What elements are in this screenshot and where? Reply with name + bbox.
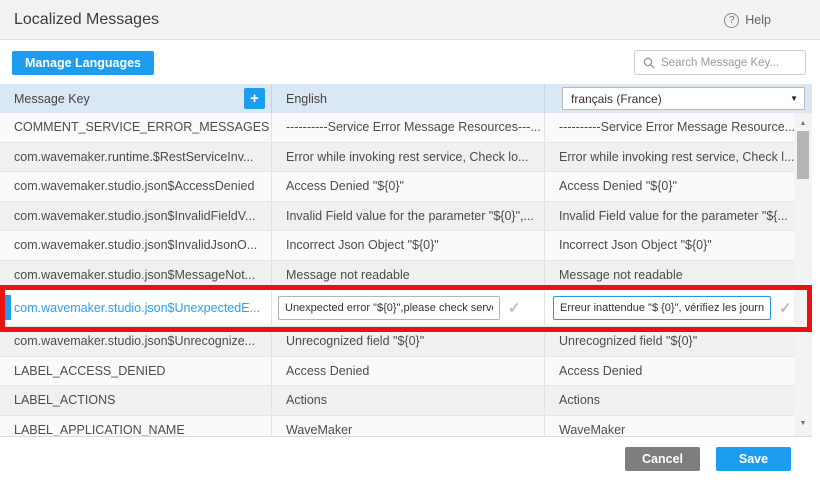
table-row[interactable]: com.wavemaker.studio.json$MessageNot... … <box>0 261 794 291</box>
message-key-cell: com.wavemaker.studio.json$InvalidFieldV.… <box>0 202 272 231</box>
vertical-scrollbar[interactable]: ▲ ▼ <box>794 113 812 436</box>
message-key-cell: com.wavemaker.studio.json$InvalidJsonO..… <box>0 231 272 260</box>
english-cell[interactable]: Message not readable <box>272 261 545 290</box>
column-header-language: français (France) ▼ <box>545 84 812 113</box>
table-row[interactable]: com.wavemaker.studio.json$AccessDenied A… <box>0 172 794 202</box>
french-cell[interactable]: ----------Service Error Message Resource… <box>545 113 794 142</box>
message-key-cell: LABEL_ACCESS_DENIED <box>0 357 272 386</box>
message-key-cell: LABEL_ACTIONS <box>0 386 272 415</box>
english-cell[interactable]: Incorrect Json Object "${0}" <box>272 231 545 260</box>
localized-messages-dialog: Localized Messages ? Help Manage Languag… <box>0 0 820 487</box>
table-row[interactable]: LABEL_ACTIONS Actions Actions <box>0 386 794 416</box>
add-locale-icon[interactable]: + <box>244 88 265 109</box>
scroll-down-icon[interactable]: ▼ <box>794 420 812 427</box>
english-cell[interactable]: Error while invoking rest service, Check… <box>272 143 545 172</box>
english-cell[interactable]: Access Denied <box>272 357 545 386</box>
english-edit-cell: ✓ <box>272 290 545 326</box>
french-cell[interactable]: Unrecognized field "${0}" <box>545 327 794 356</box>
french-cell[interactable]: Incorrect Json Object "${0}" <box>545 231 794 260</box>
language-select[interactable]: français (France) ▼ <box>562 87 805 110</box>
message-key-cell: com.wavemaker.studio.json$Unrecognize... <box>0 327 272 356</box>
scroll-up-icon[interactable]: ▲ <box>794 120 812 127</box>
french-cell[interactable]: Error while invoking rest service, Check… <box>545 143 794 172</box>
language-dropdown[interactable]: français (France) <box>562 87 805 110</box>
message-key-cell: com.wavemaker.studio.json$AccessDenied <box>0 172 272 201</box>
column-header-english: English <box>272 84 545 113</box>
confirm-check-icon[interactable]: ✓ <box>779 299 792 317</box>
page-title: Localized Messages <box>14 0 159 40</box>
scrollbar-thumb[interactable] <box>797 131 809 179</box>
french-cell[interactable]: Invalid Field value for the parameter "$… <box>545 202 794 231</box>
english-cell[interactable]: Actions <box>272 386 545 415</box>
messages-table: Message Key + English français (France) … <box>0 84 812 437</box>
french-cell[interactable]: Access Denied "${0}" <box>545 172 794 201</box>
message-key-cell: COMMENT_SERVICE_ERROR_MESSAGES <box>0 113 272 142</box>
help-label: Help <box>745 13 771 27</box>
english-cell[interactable]: Invalid Field value for the parameter "$… <box>272 202 545 231</box>
french-cell[interactable]: WaveMaker <box>545 416 794 438</box>
help-link[interactable]: ? Help <box>724 0 771 40</box>
message-key-cell: com.wavemaker.runtime.$RestServiceInv... <box>0 143 272 172</box>
table-row[interactable]: LABEL_APPLICATION_NAME WaveMaker WaveMak… <box>0 416 794 438</box>
selected-row-indicator <box>5 295 11 320</box>
message-key-cell-selected[interactable]: com.wavemaker.studio.json$UnexpectedE... <box>0 290 272 326</box>
search-box[interactable] <box>634 50 806 75</box>
column-header-message-key: Message Key + <box>0 84 272 113</box>
table-row[interactable]: COMMENT_SERVICE_ERROR_MESSAGES ---------… <box>0 113 794 143</box>
message-key-cell: LABEL_APPLICATION_NAME <box>0 416 272 438</box>
english-cell[interactable]: WaveMaker <box>272 416 545 438</box>
title-bar: Localized Messages ? Help <box>0 0 820 40</box>
french-cell[interactable]: Message not readable <box>545 261 794 290</box>
search-input[interactable] <box>661 57 797 69</box>
table-row[interactable]: com.wavemaker.studio.json$Unrecognize...… <box>0 327 794 357</box>
toolbar: Manage Languages <box>0 41 820 84</box>
table-row[interactable]: com.wavemaker.studio.json$InvalidFieldV.… <box>0 202 794 232</box>
table-body: COMMENT_SERVICE_ERROR_MESSAGES ---------… <box>0 113 812 437</box>
french-cell[interactable]: Actions <box>545 386 794 415</box>
french-edit-input[interactable] <box>553 296 771 320</box>
search-icon <box>643 57 655 69</box>
french-edit-cell: ✓ <box>545 290 794 326</box>
english-cell[interactable]: Access Denied "${0}" <box>272 172 545 201</box>
confirm-check-icon[interactable]: ✓ <box>508 299 521 317</box>
table-row[interactable]: com.wavemaker.runtime.$RestServiceInv...… <box>0 143 794 173</box>
message-key-cell: com.wavemaker.studio.json$MessageNot... <box>0 261 272 290</box>
table-header-row: Message Key + English français (France) … <box>0 84 812 113</box>
manage-languages-button[interactable]: Manage Languages <box>12 51 154 75</box>
save-button[interactable]: Save <box>716 447 791 471</box>
table-row-selected[interactable]: com.wavemaker.studio.json$UnexpectedE...… <box>0 290 794 327</box>
english-edit-input[interactable] <box>278 296 500 320</box>
english-header-label: English <box>286 92 327 106</box>
french-cell[interactable]: Access Denied <box>545 357 794 386</box>
table-row[interactable]: LABEL_ACCESS_DENIED Access Denied Access… <box>0 357 794 387</box>
table-row[interactable]: com.wavemaker.studio.json$InvalidJsonO..… <box>0 231 794 261</box>
english-cell[interactable]: ----------Service Error Message Resource… <box>272 113 545 142</box>
cancel-button[interactable]: Cancel <box>625 447 700 471</box>
help-icon: ? <box>724 13 739 28</box>
english-cell[interactable]: Unrecognized field "${0}" <box>272 327 545 356</box>
message-key-header-label: Message Key <box>14 92 90 106</box>
